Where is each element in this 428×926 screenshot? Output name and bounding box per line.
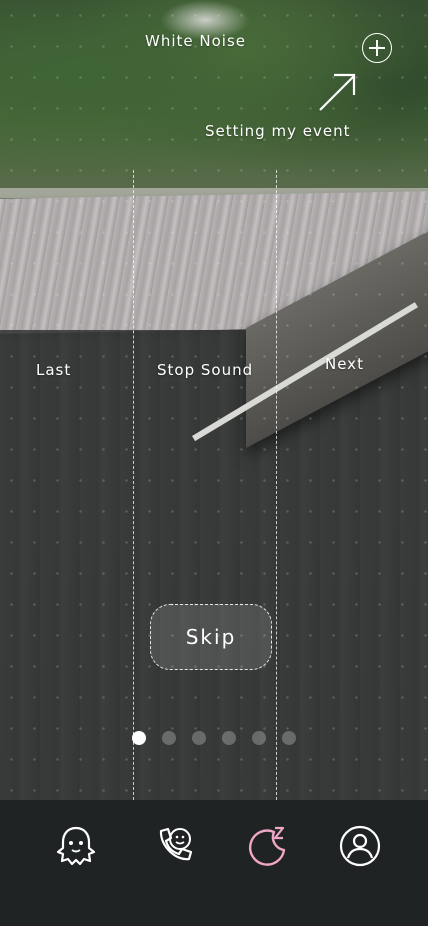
zone-divider-left <box>133 170 134 800</box>
last-zone-label[interactable]: Last <box>36 361 71 379</box>
arrow-up-right-icon <box>319 73 356 111</box>
plus-circle-icon[interactable] <box>362 33 392 63</box>
page-dot[interactable] <box>282 731 296 745</box>
page-dot[interactable] <box>252 731 266 745</box>
ghost-icon <box>56 826 96 866</box>
tab-sleep[interactable] <box>243 822 291 870</box>
next-zone-label[interactable]: Next <box>325 355 364 373</box>
phone-face-icon <box>159 827 193 861</box>
page-dot[interactable] <box>132 731 146 745</box>
stop-sound-label[interactable]: Stop Sound <box>157 361 253 379</box>
skip-button[interactable]: Skip <box>150 604 272 670</box>
page-dot[interactable] <box>162 731 176 745</box>
moon-sleep-icon <box>248 826 286 866</box>
zone-divider-right <box>276 170 277 800</box>
setting-event-link[interactable]: Setting my event <box>205 122 350 140</box>
tab-ghost[interactable] <box>52 822 100 870</box>
tab-profile[interactable] <box>336 822 384 870</box>
page-title: White Noise <box>145 32 246 50</box>
page-indicator <box>132 731 296 745</box>
page-dot[interactable] <box>192 731 206 745</box>
tab-phone[interactable] <box>150 822 198 870</box>
page-dot[interactable] <box>222 731 236 745</box>
profile-icon <box>339 825 381 867</box>
